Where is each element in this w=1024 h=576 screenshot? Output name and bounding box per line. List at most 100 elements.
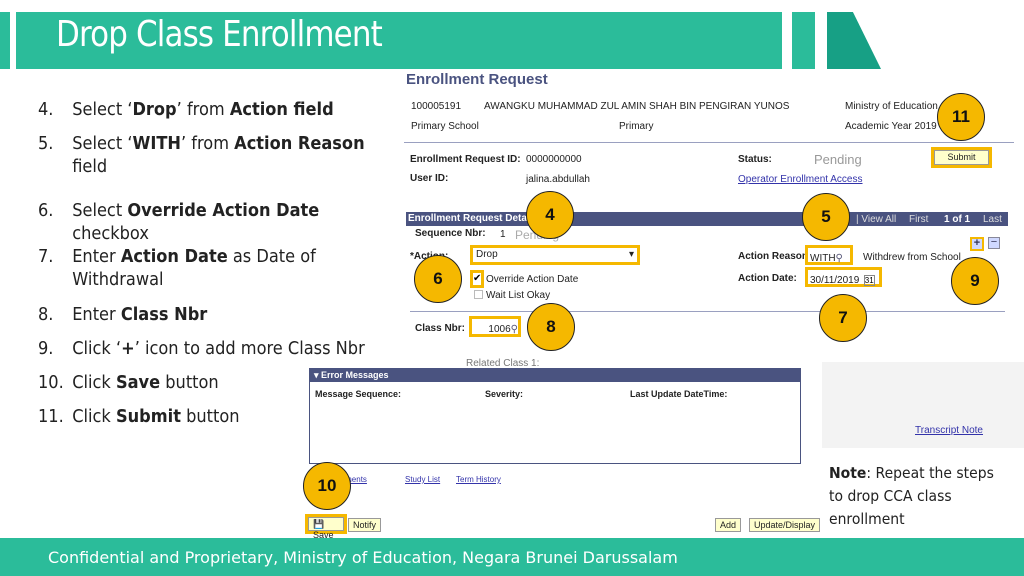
step-item: 7. Enter Action Date as Date of Withdrawal	[38, 245, 316, 291]
last-link[interactable]: Last	[983, 214, 1002, 225]
first-link[interactable]: First	[909, 214, 928, 225]
update-display-button[interactable]: Update/Display	[749, 518, 821, 532]
step-text: button	[160, 372, 219, 393]
step-text: Enter	[72, 246, 121, 267]
note-label: Note	[829, 464, 867, 482]
step-text: Action Reason	[234, 133, 365, 154]
step-badge: 10	[303, 462, 351, 510]
step-badge: 8	[527, 303, 575, 351]
submit-highlight: Submit	[931, 147, 992, 168]
add-button[interactable]: Add	[715, 518, 742, 532]
header-bar-left	[0, 12, 10, 69]
header-bar-small	[792, 12, 815, 69]
save-button[interactable]: 💾Save	[308, 517, 344, 540]
step-text: ’ icon to add more Class Nbr	[134, 338, 365, 359]
step-text: +	[121, 338, 135, 359]
transcript-note-link[interactable]: Transcript Note	[915, 425, 983, 436]
submit-button[interactable]: Submit	[934, 150, 989, 165]
student-name: AWANGKU MUHAMMAD ZUL AMIN SHAH BIN PENGI…	[484, 101, 790, 112]
dropdown-arrow-icon: ▾	[628, 249, 634, 260]
step-text: Drop	[132, 99, 177, 120]
date-input[interactable]: 30/11/2019	[808, 275, 859, 286]
step-item: 9. Click ‘+’ icon to add more Class Nbr	[38, 337, 365, 360]
class-label: Class Nbr:	[415, 323, 466, 334]
step-text: Click	[72, 372, 116, 393]
action-highlight: Drop ▾	[470, 245, 640, 265]
req-id: 0000000000	[526, 154, 582, 165]
pager: 1 of 1	[944, 214, 971, 225]
step-item: 6. Select Override Action Date checkbox	[38, 199, 319, 245]
detail-title: Enrollment Request Detail	[408, 213, 533, 224]
user-label: User ID:	[410, 173, 449, 184]
step-number: 7.	[38, 246, 54, 267]
step-number: 10.	[38, 372, 64, 393]
term: Academic Year 2019	[845, 121, 937, 132]
step-number: 6.	[38, 200, 54, 221]
req-id-label: Enrollment Request ID:	[410, 154, 521, 165]
institution: Ministry of Education	[845, 101, 938, 112]
footer: Confidential and Proprietary, Ministry o…	[0, 538, 1024, 576]
reason-input[interactable]: WITH	[808, 253, 836, 264]
operator-enrollment-link[interactable]: Operator Enrollment Access	[738, 174, 863, 185]
step-text: Withdrawal	[72, 269, 164, 290]
enrollment-heading: Enrollment Request	[406, 71, 548, 88]
step-item: 11. Click Submit button	[38, 405, 240, 428]
calendar-icon[interactable]: 31	[863, 275, 875, 286]
step-text: Click	[72, 406, 116, 427]
step-text: ’ from	[181, 133, 235, 154]
step-text: field	[72, 156, 108, 177]
step-number: 9.	[38, 338, 54, 359]
divider	[404, 142, 1014, 143]
note: Note: Repeat the steps to drop CCA class…	[829, 462, 1000, 531]
search-icon[interactable]: ⚲	[511, 324, 518, 335]
step-badge: 9	[951, 257, 999, 305]
step-text: Class Nbr	[120, 304, 208, 325]
step-item: 8. Enter Class Nbr	[38, 303, 207, 326]
step-item: 4. Select ‘Drop’ from Action field	[38, 98, 334, 121]
waitlist-checkbox[interactable]	[474, 290, 483, 299]
step-text: Action Date	[120, 246, 228, 267]
delete-row-button[interactable]: −	[988, 237, 1000, 249]
related-class-label: Related Class 1:	[466, 358, 540, 366]
step-badge: 5	[802, 193, 850, 241]
save-highlight: 💾Save	[305, 514, 347, 540]
step-text: Enter	[72, 304, 121, 325]
error-messages-panel: ▾ Error Messages Message Sequence: Sever…	[309, 368, 801, 464]
step-number: 5.	[38, 133, 54, 154]
step-badge: 11	[937, 93, 985, 141]
step-text: Submit	[115, 406, 181, 427]
col-severity: Severity:	[485, 389, 524, 399]
step-text: Save	[115, 372, 161, 393]
date-highlight: 30/11/2019 31	[805, 267, 882, 287]
seq-label: Sequence Nbr:	[415, 228, 486, 239]
step-text: Select ‘	[72, 99, 133, 120]
term-history-link[interactable]: Term History	[456, 475, 501, 484]
step-text: Select ‘	[72, 133, 133, 154]
study-list-link[interactable]: Study List	[405, 475, 440, 484]
action-select[interactable]: Drop ▾	[473, 248, 637, 261]
col-last-update: Last Update DateTime:	[630, 389, 728, 399]
add-row-button[interactable]: +	[970, 237, 984, 251]
career: Primary School	[411, 121, 479, 132]
view-all-link[interactable]: | View All	[856, 214, 896, 225]
step-text: ’ from	[176, 99, 230, 120]
user-id: jalina.abdullah	[526, 174, 590, 185]
student-id: 100005191	[411, 101, 462, 112]
step-text: WITH	[132, 133, 182, 154]
date-label: Action Date:	[738, 273, 797, 284]
col-message-sequence: Message Sequence:	[315, 389, 402, 399]
detail-header: Enrollment Request Detail | View All Fir…	[406, 212, 1008, 226]
error-messages-title[interactable]: ▾ Error Messages	[310, 369, 800, 382]
step-badge: 4	[526, 191, 574, 239]
status-label: Status:	[738, 154, 772, 165]
override-checkbox[interactable]: ✔	[470, 270, 484, 288]
step-text: as Date of	[227, 246, 316, 267]
search-icon[interactable]: ⚲	[836, 253, 843, 264]
step-number: 4.	[38, 99, 54, 120]
header-wedge	[827, 12, 881, 69]
class-input[interactable]: 1006	[488, 324, 510, 335]
page-title: Drop Class Enrollment	[56, 14, 383, 55]
step-badge: 7	[819, 294, 867, 342]
notify-button[interactable]: Notify	[348, 518, 382, 532]
reason-highlight: WITH⚲	[805, 245, 853, 265]
